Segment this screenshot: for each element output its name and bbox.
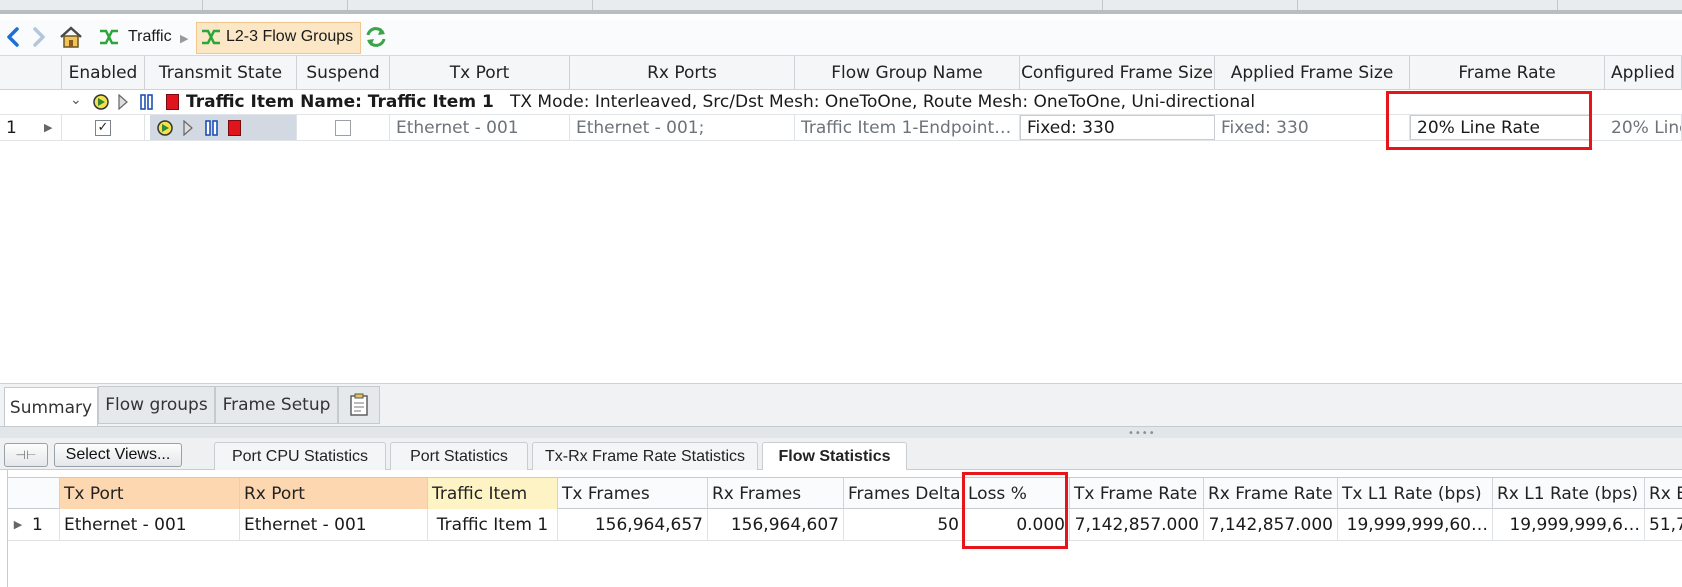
toolbar-customize[interactable] bbox=[118, 0, 203, 10]
pin-icon[interactable]: ⊣⊢ bbox=[4, 443, 48, 467]
views-bar: ⊣⊢ Select Views... Port CPU Statistics P… bbox=[0, 438, 1682, 470]
stats-row-number-header bbox=[8, 478, 60, 509]
stats-col-tx-frames[interactable]: Tx Frames bbox=[558, 478, 708, 509]
top-toolbar bbox=[0, 0, 1682, 14]
col-flow-group-name[interactable]: Flow Group Name bbox=[795, 56, 1020, 90]
loss-pct-highlight bbox=[962, 472, 1068, 549]
stop-icon[interactable] bbox=[166, 94, 179, 110]
stats-col-rx-frames[interactable]: Rx Frames bbox=[708, 478, 844, 509]
stats-left-frame bbox=[0, 470, 8, 587]
tab-tx-rx-frame-rate-statistics[interactable]: Tx-Rx Frame Rate Statistics bbox=[532, 442, 758, 470]
applied-frame-rate-cell[interactable]: 20% Line bbox=[1605, 115, 1682, 140]
play-icon[interactable] bbox=[118, 93, 128, 115]
enabled-checkbox[interactable]: ✓ bbox=[95, 119, 111, 136]
flow-groups-icon bbox=[200, 27, 222, 47]
forward-arrow-icon[interactable] bbox=[30, 26, 48, 48]
stats-col-rx-frame-rate[interactable]: Rx Frame Rate bbox=[1204, 478, 1338, 509]
stats-col-frames-delta[interactable]: Frames Delta bbox=[844, 478, 964, 509]
stats-tx-port[interactable]: Ethernet - 001 bbox=[60, 509, 240, 540]
row-expand-icon[interactable]: ▶ bbox=[38, 115, 62, 140]
stats-row-index: 1 bbox=[28, 509, 60, 540]
stats-col-tx-port[interactable]: Tx Port bbox=[60, 478, 240, 509]
col-suspend[interactable]: Suspend bbox=[297, 56, 390, 90]
notes-icon[interactable] bbox=[338, 386, 380, 424]
stats-col-rx-l1-rate[interactable]: Rx L1 Rate (bps) bbox=[1493, 478, 1645, 509]
toolbar-custom-graph[interactable] bbox=[203, 0, 348, 10]
stats-rx-frame-rate[interactable]: 7,142,857.000 bbox=[1204, 509, 1338, 540]
stats-row[interactable]: ▶ 1 Ethernet - 001 Ethernet - 001 Traffi… bbox=[8, 509, 1682, 541]
flow-group-name-cell[interactable]: Traffic Item 1-Endpoint… bbox=[795, 115, 1020, 140]
stats-rx-frames[interactable]: 156,964,607 bbox=[708, 509, 844, 540]
stop-icon[interactable] bbox=[228, 119, 241, 136]
stats-tx-frame-rate[interactable]: 7,142,857.000 bbox=[1070, 509, 1204, 540]
breadcrumb: Traffic ▶ L2-3 Flow Groups bbox=[0, 20, 1682, 56]
play-icon[interactable] bbox=[182, 119, 194, 136]
breadcrumb-traffic[interactable]: Traffic bbox=[128, 28, 172, 46]
row-number-header bbox=[0, 56, 62, 90]
stats-col-tx-l1-rate[interactable]: Tx L1 Rate (bps) bbox=[1338, 478, 1493, 509]
home-icon[interactable] bbox=[58, 24, 84, 50]
stats-rx-port[interactable]: Ethernet - 001 bbox=[240, 509, 428, 540]
col-applied[interactable]: Applied bbox=[1605, 56, 1682, 90]
applied-frame-size-cell[interactable]: Fixed: 330 bbox=[1215, 115, 1410, 140]
stats-tx-frames[interactable]: 156,964,657 bbox=[558, 509, 708, 540]
stats-col-tx-frame-rate[interactable]: Tx Frame Rate bbox=[1070, 478, 1204, 509]
traffic-item-details: TX Mode: Interleaved, Src/Dst Mesh: OneT… bbox=[510, 92, 1256, 112]
stats-traffic-item[interactable]: Traffic Item 1 bbox=[428, 509, 558, 540]
stats-grid-header: Tx Port Rx Port Traffic Item Tx Frames R… bbox=[8, 477, 1682, 509]
stats-rx-l1-rate[interactable]: 19,999,999,6… bbox=[1493, 509, 1645, 540]
breadcrumb-flow-groups[interactable]: L2-3 Flow Groups bbox=[226, 28, 353, 46]
col-frame-rate[interactable]: Frame Rate bbox=[1410, 56, 1605, 90]
toolbar-data[interactable] bbox=[1298, 0, 1558, 10]
enabled-cell[interactable]: ✓ bbox=[62, 115, 145, 140]
tab-port-statistics[interactable]: Port Statistics bbox=[390, 442, 528, 470]
flow-grid-header: Enabled Transmit State Suspend Tx Port R… bbox=[0, 56, 1682, 90]
stats-rx-bytes[interactable]: 51,7 bbox=[1645, 509, 1682, 540]
col-enabled[interactable]: Enabled bbox=[62, 56, 145, 90]
tab-flow-statistics[interactable]: Flow Statistics bbox=[762, 442, 907, 470]
toolbar-snapshot[interactable] bbox=[348, 0, 593, 10]
chevron-down-icon[interactable]: ⌄ bbox=[70, 92, 82, 108]
toolbar-view-sets[interactable] bbox=[593, 0, 1103, 10]
tx-port-cell[interactable]: Ethernet - 001 bbox=[390, 115, 570, 140]
refresh-icon[interactable] bbox=[362, 24, 390, 50]
back-arrow-icon[interactable] bbox=[4, 26, 22, 48]
rx-ports-cell[interactable]: Ethernet - 001; bbox=[570, 115, 795, 140]
traffic-item-name: Traffic Item Name: Traffic Item 1 bbox=[186, 92, 494, 112]
suspend-cell[interactable] bbox=[297, 115, 390, 140]
start-icon[interactable] bbox=[92, 93, 114, 116]
col-applied-frame-size[interactable]: Applied Frame Size bbox=[1215, 56, 1410, 90]
stats-col-traffic-item[interactable]: Traffic Item bbox=[428, 478, 558, 509]
configured-frame-size-cell[interactable]: Fixed: 330 bbox=[1020, 115, 1215, 140]
tab-flow-groups[interactable]: Flow groups bbox=[98, 386, 215, 424]
start-icon[interactable] bbox=[156, 119, 178, 137]
pause-icon[interactable] bbox=[140, 94, 154, 115]
col-configured-frame-size[interactable]: Configured Frame Size bbox=[1020, 56, 1215, 90]
col-transmit-state[interactable]: Transmit State bbox=[145, 56, 297, 90]
bottom-tabs-bar: Summary Flow groups Frame Setup bbox=[0, 383, 1682, 427]
breadcrumb-separator-icon: ▶ bbox=[180, 33, 189, 45]
tab-summary[interactable]: Summary bbox=[4, 387, 98, 427]
pause-icon[interactable] bbox=[204, 119, 220, 136]
stats-col-rx-port[interactable]: Rx Port bbox=[240, 478, 428, 509]
stats-col-rx-bytes[interactable]: Rx By bbox=[1645, 478, 1682, 509]
panel-splitter[interactable]: •••• bbox=[0, 426, 1682, 439]
tab-frame-setup[interactable]: Frame Setup bbox=[215, 386, 338, 424]
tab-port-cpu-statistics[interactable]: Port CPU Statistics bbox=[214, 442, 386, 470]
stats-row-expand-icon[interactable]: ▶ bbox=[8, 509, 28, 540]
stats-frames-delta[interactable]: 50 bbox=[844, 509, 964, 540]
frame-rate-highlight bbox=[1386, 91, 1592, 150]
suspend-checkbox[interactable] bbox=[335, 119, 351, 136]
transmit-state-cell[interactable] bbox=[150, 115, 297, 140]
row-index: 1 bbox=[6, 117, 17, 138]
col-tx-port[interactable]: Tx Port bbox=[390, 56, 570, 90]
toolbar-new-view[interactable] bbox=[1103, 0, 1298, 10]
stats-tx-l1-rate[interactable]: 19,999,999,60… bbox=[1338, 509, 1493, 540]
col-rx-ports[interactable]: Rx Ports bbox=[570, 56, 795, 90]
traffic-icon bbox=[98, 27, 120, 47]
select-views-button[interactable]: Select Views... bbox=[54, 443, 182, 467]
